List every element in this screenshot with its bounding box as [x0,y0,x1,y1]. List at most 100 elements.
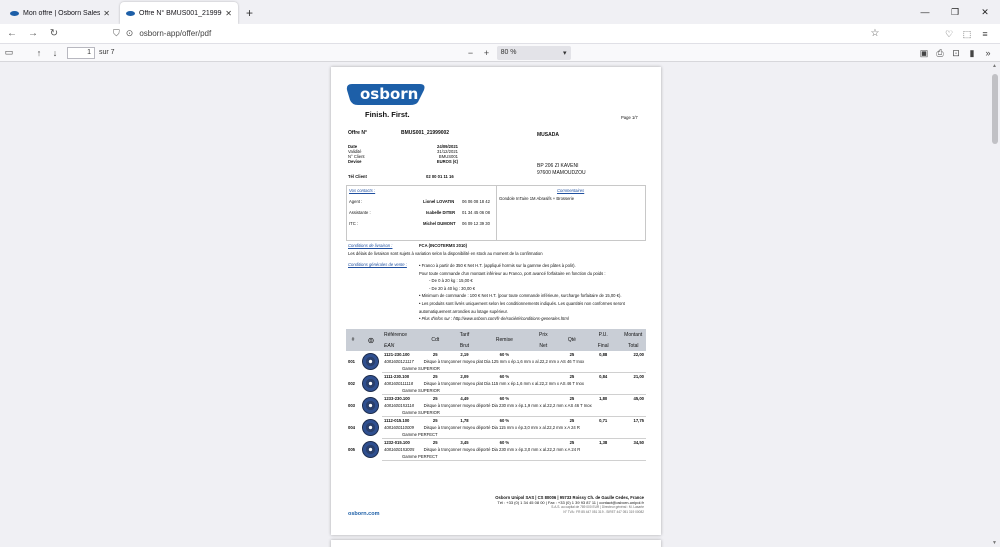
col-ref: Référence [382,329,422,340]
forward-icon[interactable]: → [24,26,42,42]
open-file-icon[interactable]: ⊡ [948,45,964,61]
item-cdt: 25 [432,396,438,401]
sales-line: - De 0 à 20 kg : 15,00 € [429,278,473,284]
page-info-icon[interactable]: ⊙ [126,28,134,39]
address-line-2: 97600 MAMOUDZOU [537,170,586,176]
item-total: 21,00 [633,374,644,379]
next-page-icon[interactable]: ↓ [47,45,63,61]
contacts-box: Vos contacts : Agent : Lionel LOVATIN 06… [346,185,646,241]
minimize-icon[interactable]: — [910,0,940,24]
zoom-out-icon[interactable]: − [463,45,479,61]
item-ref: 1232-015.100 [384,440,410,445]
url-text[interactable]: osborn-app/offer/pdf [139,29,211,38]
item-gamme: Gamme SUPERIOR [382,365,646,373]
close-tab-icon[interactable]: ✕ [103,9,110,18]
page-number-input[interactable]: 1 [67,46,95,59]
tab-title: Offre N° BMUS001_21999002 - Osborn... [139,9,222,17]
table-row-gamme: Gamme SUPERIOR [346,387,646,395]
tab-mon-offre[interactable]: Mon offre | Osborn Sales Tool ✕ [4,2,116,24]
scroll-down-icon[interactable]: ▼ [992,540,997,546]
tagline: Finish. First. [365,110,410,119]
item-num: 004 [348,425,355,430]
menu-icon[interactable]: ≡ [976,26,994,42]
item-gamme-inline [620,358,646,365]
contact-name: Michel DUMONT [423,221,456,226]
footer-line: N° TVA : FR 85 447 051 319 - SIRET 447 0… [563,510,644,514]
item-ref: 1233-230.100 [384,396,410,401]
zoom-in-icon[interactable]: + [479,45,495,61]
item-ean: 4081600153118 [384,403,414,408]
contact-phone: 01 34 45 06 08 [462,210,490,215]
contact-name: Isabelle DITER [426,210,456,215]
item-num: 001 [348,359,355,365]
tab-offre-pdf[interactable]: Offre N° BMUS001_21999002 - Osborn... ✕ [120,2,238,24]
pocket-icon[interactable]: ♡ [940,26,958,42]
item-num: 002 [348,381,355,386]
pdf-viewer[interactable]: osborn Finish. First. Page 1/7 Offre N° … [0,62,990,547]
pdf-toolbar: ▭ ↑ ↓ 1 sur 7 − + 80 % ▾ ▣ ⎙ ⊡ ▮ » [0,44,1000,62]
table-header-row: # ⊚ Référence Cdt Tarif Remise Prix Qté … [346,329,646,351]
col-cdt: Cdt [421,329,449,351]
navigation-bar: ← → ↻ ⛉ ⊙ osborn-app/offer/pdf ☆ ♡ ⬚ ≡ [0,24,1000,44]
item-ean: 4081600121117 [384,359,414,364]
col-remise: Remise [480,329,529,351]
maximize-icon[interactable]: ❐ [940,0,970,24]
contact-name: Lionel LOVATIN [423,199,455,204]
bookmark-icon[interactable]: ▮ [964,45,980,61]
more-tools-icon[interactable]: » [980,45,996,61]
sales-line: Pour toute commande d'un montant inférie… [419,270,606,276]
item-image [360,439,382,461]
page-label: Page 1/7 [621,115,638,120]
item-total: 34,50 [633,440,644,445]
close-tab-icon[interactable]: ✕ [225,9,232,18]
item-desc: Disque à tronçonner moyeu plat Dia 125 m… [423,359,585,364]
company-footer: Osborn Unipol SAS | CS 80006 | 95733 Roi… [461,495,644,515]
contacts-title: Vos contacts : [349,188,376,193]
scrollbar[interactable]: ▲ ▼ [990,62,1000,547]
scroll-thumb[interactable] [992,74,998,144]
offer-number: BMUS001_21999002 [401,130,450,136]
table-row-desc: 4081600121117 Disque à tronçonner moyeu p… [346,358,646,365]
back-icon[interactable]: ← [3,26,21,42]
item-brut: 2,19 [460,352,469,357]
item-gamme-inline [620,380,646,387]
item-gamme-inline [620,446,646,453]
item-brut: 4,49 [460,396,469,401]
contact-role: ITC : [349,221,359,226]
item-desc: Disque à tronçonner moyeu déporté Dia 23… [423,403,592,408]
sales-conditions: • Franco à partir de 350 € Net H.T. (app… [419,262,625,323]
table-row: 003 1233-230.100 25 4,49 60 % 25 1,80 45,00 [346,395,646,414]
tel-value: 02 00 01 11 16 [426,174,454,179]
item-net [529,417,558,425]
item-brut: 3,45 [460,440,469,445]
table-row-desc: 4081600111118 Disque à tronçonner moyeu p… [346,380,646,387]
item-total: 17,75 [633,418,644,423]
extensions-icon[interactable]: ⬚ [958,26,976,42]
close-window-icon[interactable]: ✕ [970,0,1000,24]
item-cdt: 25 [432,418,438,423]
osborn-logo: osborn [346,82,426,106]
previous-page-icon[interactable]: ↑ [31,45,47,61]
sales-line: • Franco à partir de 350 € Net H.T. (app… [419,263,576,268]
new-tab-button[interactable]: + [246,2,253,24]
zoom-select[interactable]: 80 % ▾ [496,45,571,60]
scroll-up-icon[interactable]: ▲ [992,63,997,69]
item-final: 0,84 [599,374,608,379]
bookmark-star-icon[interactable]: ☆ [866,26,884,42]
col-tarif: Tarif [448,329,481,340]
item-desc: Disque à tronçonner moyeu plat Dia 115 m… [423,381,584,386]
cutting-disc-icon [362,375,379,392]
cutting-disc-icon [362,441,379,458]
sidebar-toggle-icon[interactable]: ▭ [1,45,17,61]
shield-icon[interactable]: ⛉ [113,28,120,39]
col-image: ⊚ [360,329,382,351]
logo-text: osborn [360,85,419,103]
print-icon[interactable]: ⎙ [932,45,948,61]
url-bar[interactable]: ⛉ ⊙ osborn-app/offer/pdf [113,26,211,42]
item-gamme-inline [620,424,646,431]
item-qte: 25 [569,440,575,445]
reload-icon[interactable]: ↻ [45,26,63,42]
contact-phone: 06 06 08 18 42 [462,199,490,204]
presentation-mode-icon[interactable]: ▣ [916,45,932,61]
sales-line: • Minimum de commande : 100 € Net H.T. (… [419,293,622,299]
